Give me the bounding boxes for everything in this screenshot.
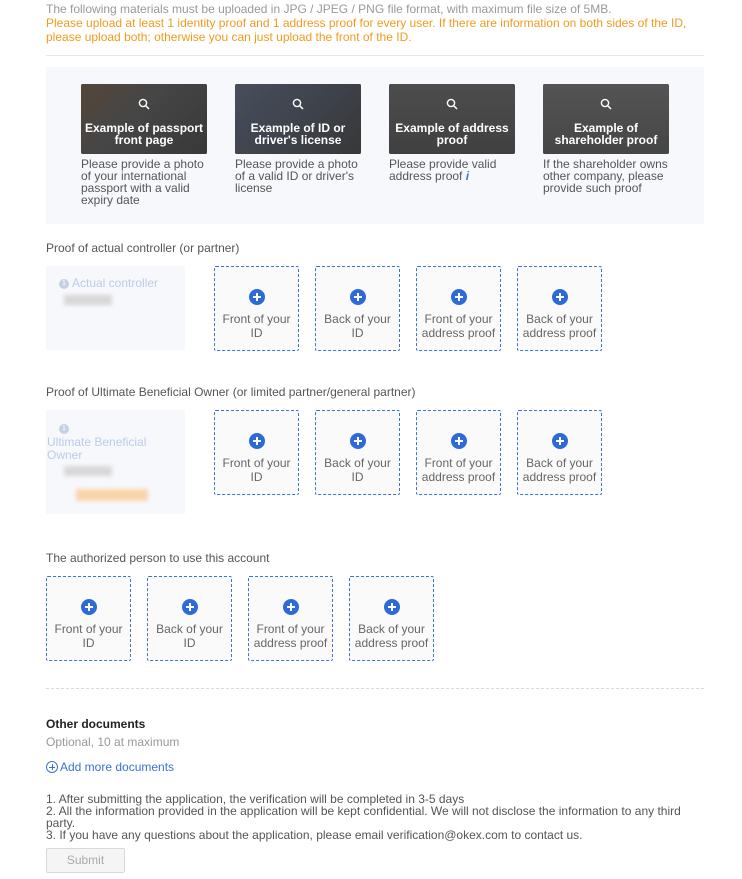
example-address: Example of address proof Please provide … — [389, 84, 515, 182]
person-badge: 1 — [59, 279, 69, 289]
redacted-name — [64, 466, 112, 476]
redacted-detail — [76, 489, 148, 501]
search-icon — [138, 98, 150, 110]
info-icon[interactable]: i — [466, 169, 469, 183]
example-id: Example of ID or driver's license Please… — [235, 84, 361, 194]
upload-label: Back of your ID — [324, 456, 391, 484]
upload-back-id[interactable]: Back of your ID — [315, 410, 400, 495]
example-caption: Example of address proof — [395, 121, 509, 147]
upload-back-id[interactable]: Back of your ID — [315, 266, 400, 351]
upload-label: Front of your ID — [222, 312, 291, 340]
redacted-name — [64, 295, 112, 305]
person-badge: 1 — [59, 424, 69, 434]
upload-label: Front of your ID — [54, 622, 123, 650]
add-icon — [249, 289, 265, 305]
upload-label: Front of your address proof — [421, 312, 496, 340]
submit-button[interactable]: Submit — [46, 848, 125, 873]
example-description: Please provide a photo of your internati… — [81, 157, 204, 207]
upload-label: Front of your address proof — [253, 622, 328, 650]
example-description-text: Please provide valid address proof — [389, 157, 497, 183]
examples-panel: Example of passport front page Please pr… — [46, 67, 704, 224]
upload-label: Back of your address proof — [522, 312, 597, 340]
search-icon — [446, 98, 458, 110]
example-caption: Example of ID or driver's license — [250, 121, 346, 147]
add-icon — [283, 599, 299, 615]
person-card[interactable]: 1 Actual controller — [46, 266, 185, 350]
example-description: If the shareholder owns other company, p… — [543, 157, 668, 195]
footnotes: 1. After submitting the application, the… — [46, 793, 706, 841]
section-title: Proof of Ultimate Beneficial Owner (or l… — [46, 385, 416, 399]
person-role: Ultimate Beneficial Owner — [47, 435, 147, 462]
example-shareholder: Example of shareholder proof If the shar… — [543, 84, 669, 194]
example-caption: Example of shareholder proof — [554, 121, 658, 147]
add-icon — [384, 599, 400, 615]
other-documents-title: Other documents — [46, 717, 146, 731]
add-more-documents-link[interactable]: Add more documents — [46, 760, 174, 774]
kyc-upload-page: The following materials must be uploaded… — [0, 0, 742, 879]
add-more-label: Add more documents — [60, 760, 175, 774]
example-shareholder-thumbnail[interactable]: Example of shareholder proof — [543, 84, 669, 154]
upload-back-id[interactable]: Back of your ID — [147, 576, 232, 661]
add-icon — [552, 433, 568, 449]
search-icon — [292, 98, 304, 110]
example-passport-thumbnail[interactable]: Example of passport front page — [81, 84, 207, 154]
divider — [46, 688, 704, 689]
upload-back-address-proof[interactable]: Back of your address proof — [517, 410, 602, 495]
person-card[interactable]: 1 Ultimate Beneficial Owner — [46, 410, 185, 514]
upload-front-address-proof[interactable]: Front of your address proof — [248, 576, 333, 661]
add-icon — [350, 289, 366, 305]
upload-front-id[interactable]: Front of your ID — [214, 410, 299, 495]
other-documents-subtitle: Optional, 10 at maximum — [46, 735, 180, 749]
footnote-item: 2. All the information provided in the a… — [46, 804, 681, 830]
plus-circle-icon — [46, 761, 58, 773]
search-icon — [600, 98, 612, 110]
upload-label: Back of your address proof — [354, 622, 429, 650]
add-icon — [451, 289, 467, 305]
upload-front-id[interactable]: Front of your ID — [214, 266, 299, 351]
example-address-thumbnail[interactable]: Example of address proof — [389, 84, 515, 154]
format-note: The following materials must be uploaded… — [46, 2, 612, 16]
requirement-note: Please upload at least 1 identity proof … — [46, 16, 687, 44]
example-passport: Example of passport front page Please pr… — [81, 84, 207, 206]
upload-label: Back of your ID — [324, 312, 391, 340]
person-role: Actual controller — [72, 276, 159, 290]
upload-back-address-proof[interactable]: Back of your address proof — [349, 576, 434, 661]
add-icon — [552, 289, 568, 305]
upload-back-address-proof[interactable]: Back of your address proof — [517, 266, 602, 351]
example-description: Please provide a photo of a valid ID or … — [235, 157, 358, 195]
upload-label: Front of your ID — [222, 456, 291, 484]
example-id-thumbnail[interactable]: Example of ID or driver's license — [235, 84, 361, 154]
add-icon — [249, 433, 265, 449]
section-title: The authorized person to use this accoun… — [46, 551, 270, 565]
example-caption: Example of passport front page — [84, 121, 204, 147]
upload-front-id[interactable]: Front of your ID — [46, 576, 131, 661]
add-icon — [182, 599, 198, 615]
add-icon — [81, 599, 97, 615]
upload-label: Front of your address proof — [421, 456, 496, 484]
section-title: Proof of actual controller (or partner) — [46, 241, 240, 255]
upload-front-address-proof[interactable]: Front of your address proof — [416, 410, 501, 495]
add-icon — [350, 433, 366, 449]
upload-label: Back of your address proof — [522, 456, 597, 484]
upload-label: Back of your ID — [156, 622, 223, 650]
example-description: Please provide valid address proof i — [389, 158, 515, 182]
footnote-item: 3. If you have any questions about the a… — [46, 828, 583, 842]
add-icon — [451, 433, 467, 449]
divider — [46, 55, 704, 56]
upload-front-address-proof[interactable]: Front of your address proof — [416, 266, 501, 351]
